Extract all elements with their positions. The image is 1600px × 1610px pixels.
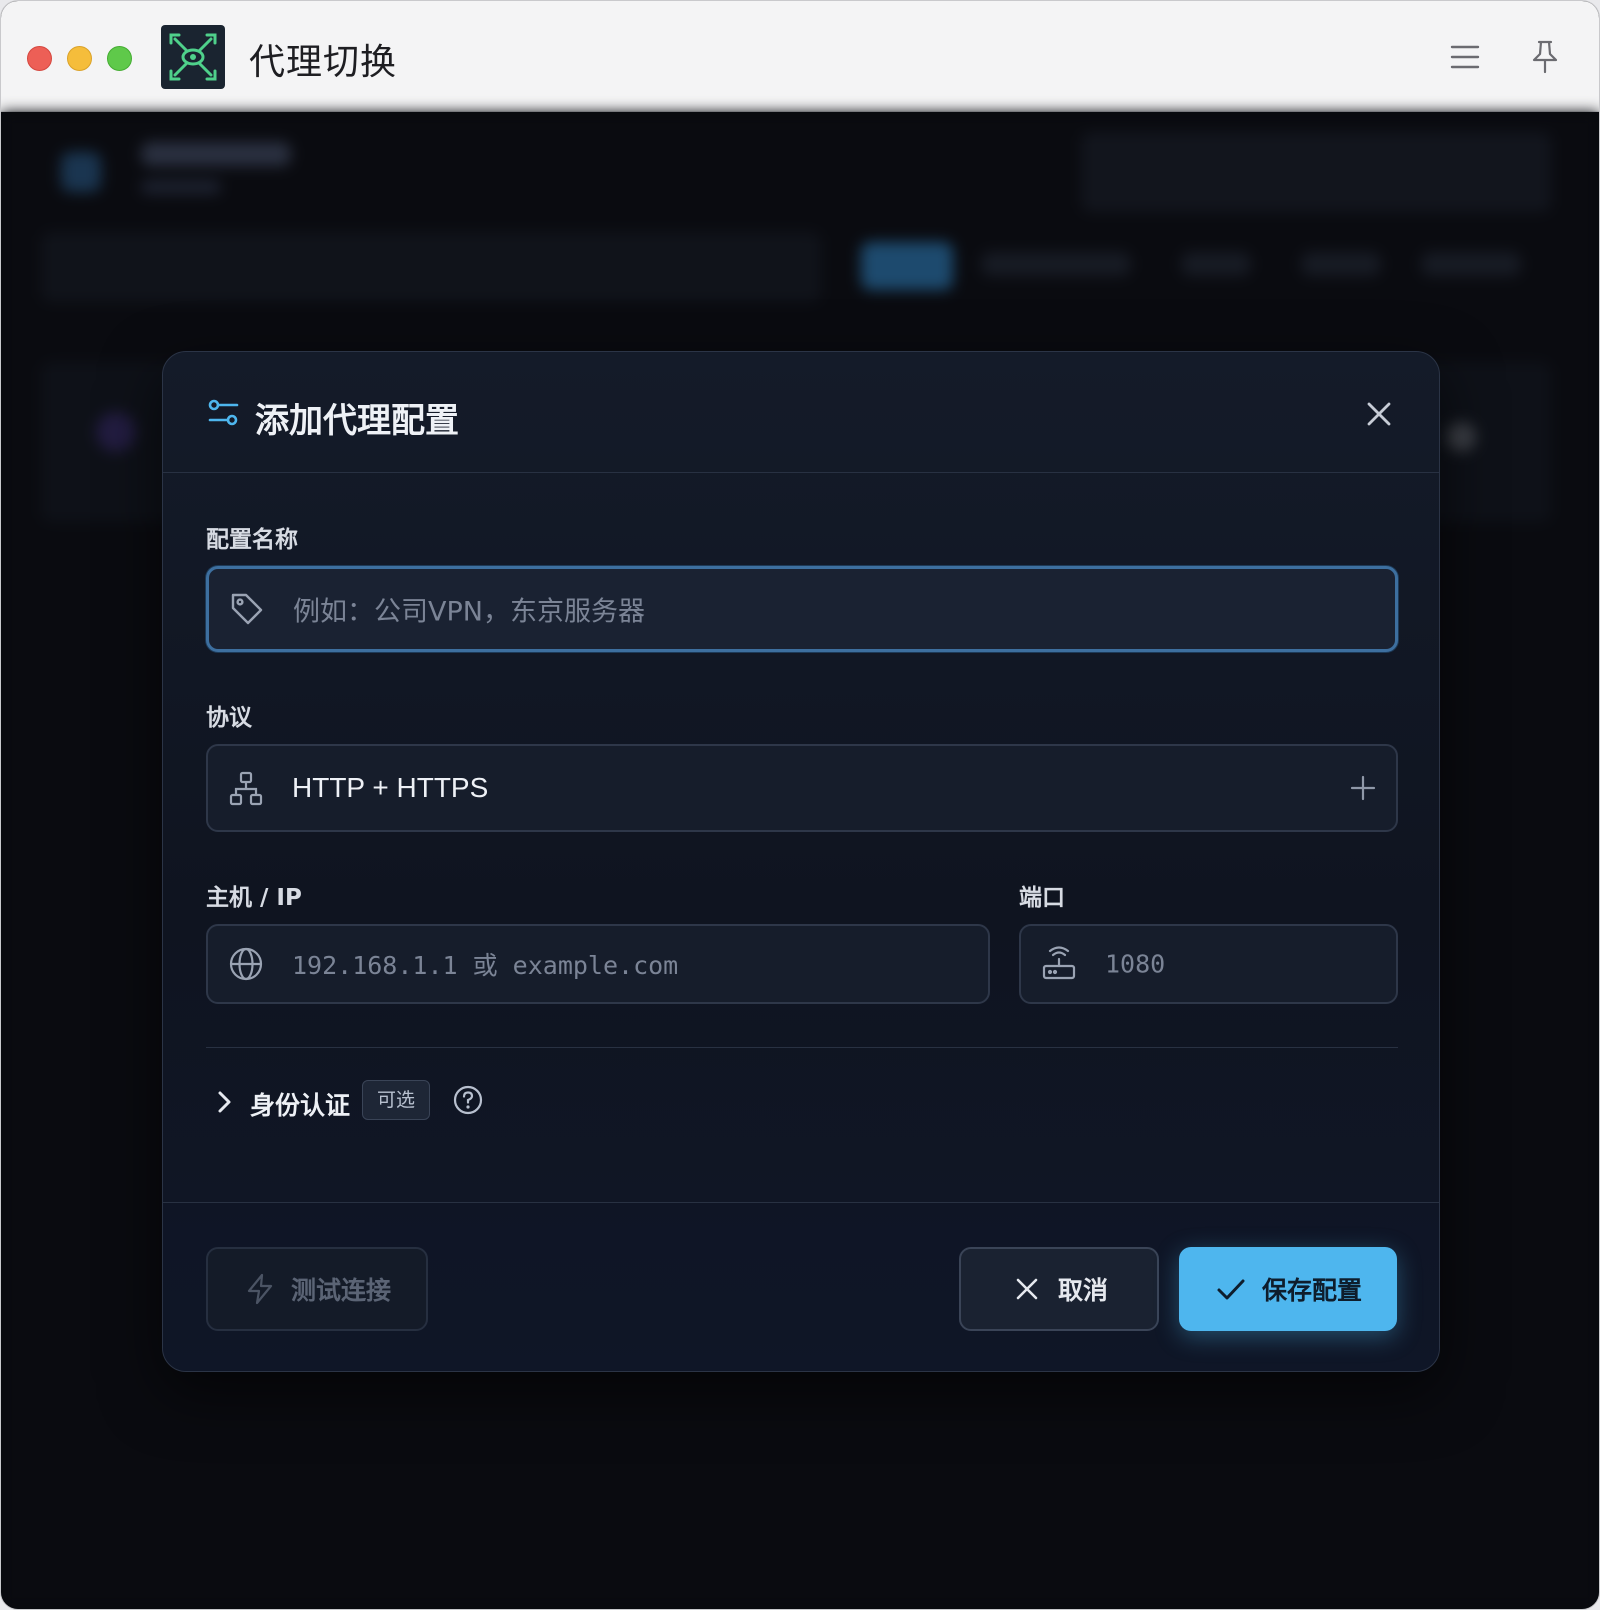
plus-icon[interactable]	[1348, 773, 1378, 803]
help-icon[interactable]	[452, 1084, 484, 1116]
port-placeholder: 1080	[1105, 949, 1166, 979]
close-icon[interactable]	[1361, 396, 1397, 432]
pin-icon[interactable]	[1525, 37, 1565, 77]
section-divider	[206, 1047, 1398, 1048]
close-icon	[1016, 1278, 1038, 1300]
dialog-title: 添加代理配置	[255, 401, 459, 441]
name-label: 配置名称	[206, 527, 298, 553]
menu-icon[interactable]	[1445, 37, 1485, 77]
auth-label: 身份认证	[250, 1091, 351, 1120]
app-logo-icon	[161, 25, 225, 89]
test-connection-button[interactable]: 测试连接	[206, 1247, 428, 1331]
port-label: 端口	[1019, 885, 1065, 911]
cancel-label: 取消	[1057, 1276, 1108, 1305]
minimize-window-button[interactable]	[67, 46, 92, 71]
auth-toggle[interactable]: 身份认证 可选	[206, 1080, 806, 1124]
globe-icon	[229, 947, 263, 981]
app-window: 代理切换 添加代理配置 配置名称 例如：公司VPN，东京服务器 协议 HTTP …	[0, 0, 1600, 1610]
host-input[interactable]: 192.168.1.1 或 example.com	[206, 924, 990, 1004]
check-icon	[1217, 1279, 1245, 1300]
host-label: 主机 / IP	[206, 885, 302, 911]
add-proxy-dialog: 添加代理配置 配置名称 例如：公司VPN，东京服务器 协议 HTTP + HTT…	[162, 351, 1440, 1372]
save-config-label: 保存配置	[1261, 1276, 1362, 1305]
save-config-button[interactable]: 保存配置	[1179, 1247, 1397, 1331]
cancel-button[interactable]: 取消	[959, 1247, 1159, 1331]
chevron-right-icon	[218, 1091, 231, 1113]
protocol-label: 协议	[206, 705, 252, 731]
port-input[interactable]: 1080	[1019, 924, 1398, 1004]
close-window-button[interactable]	[27, 46, 52, 71]
dialog-header: 添加代理配置	[163, 352, 1439, 473]
test-connection-label: 测试连接	[290, 1276, 391, 1305]
protocol-select[interactable]: HTTP + HTTPS	[206, 744, 1398, 832]
title-bar: 代理切换	[1, 1, 1599, 112]
optional-badge: 可选	[362, 1080, 431, 1120]
config-name-input[interactable]: 例如：公司VPN，东京服务器	[206, 566, 1398, 652]
network-icon	[229, 771, 263, 806]
protocol-value: HTTP + HTTPS	[292, 772, 489, 803]
config-name-placeholder: 例如：公司VPN，东京服务器	[293, 596, 645, 628]
host-placeholder: 192.168.1.1 或 example.com	[292, 951, 679, 980]
zoom-window-button[interactable]	[107, 46, 132, 71]
tag-icon	[231, 593, 263, 625]
sliders-icon	[208, 399, 239, 426]
router-icon	[1042, 946, 1076, 980]
lightning-icon	[247, 1273, 273, 1305]
window-title: 代理切换	[249, 42, 398, 83]
dialog-footer: 测试连接 取消 保存配置	[163, 1202, 1439, 1371]
